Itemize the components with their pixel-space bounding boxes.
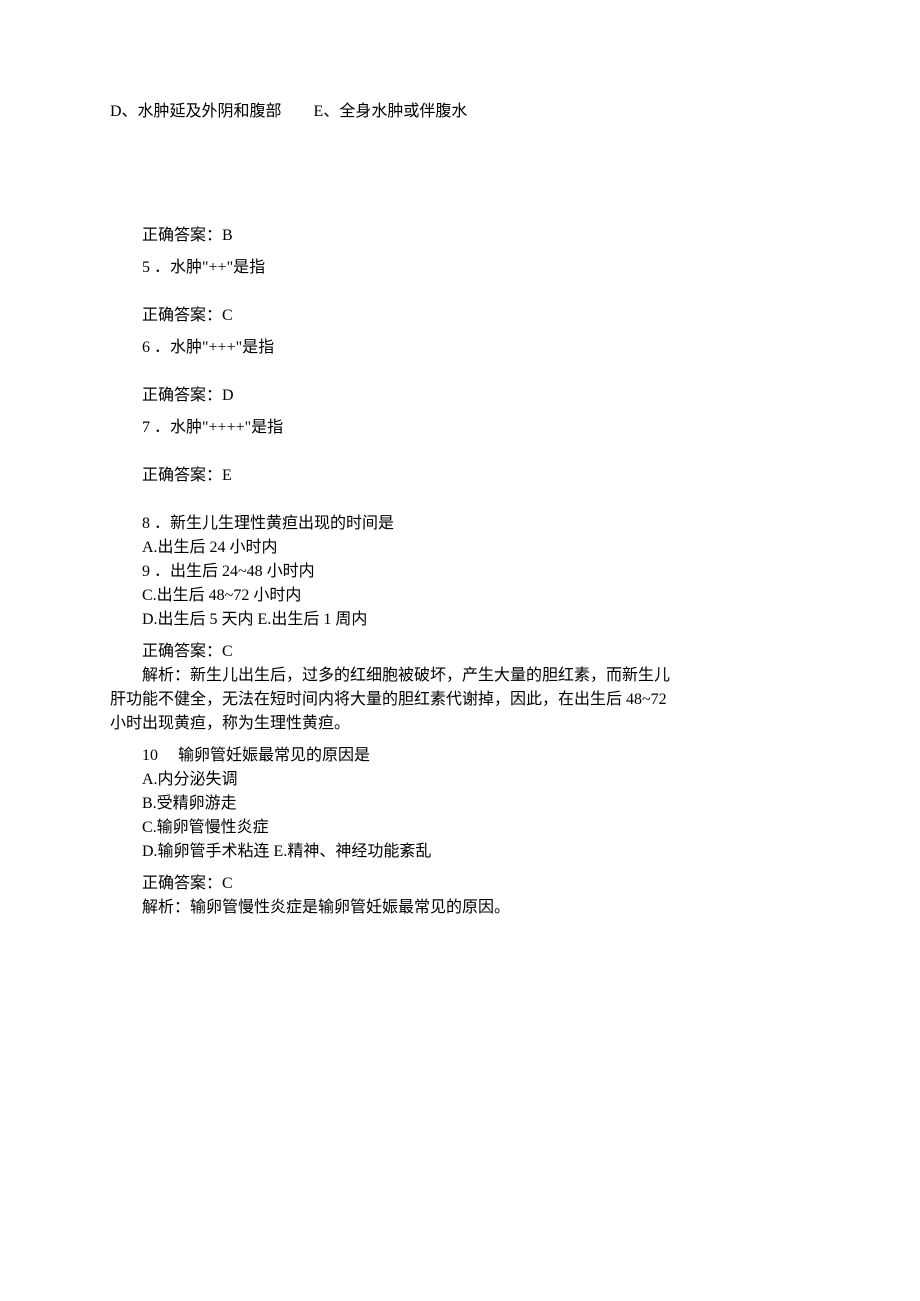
answer-q7: 正确答案：E [110,464,810,488]
spacer [110,360,810,384]
spacer [110,280,810,304]
spacer [110,124,810,224]
answer-q4: 正确答案：B [110,224,810,248]
option-line-de: D、水肿延及外阴和腹部 E、全身水肿或伴腹水 [110,100,810,124]
answer-q5: 正确答案：C [110,304,810,328]
spacer [110,736,810,744]
spacer [110,328,810,336]
spacer [110,864,810,872]
answer-q10: 正确答案：C [110,872,810,896]
question-10: 10 输卵管妊娠最常见的原因是 [110,744,810,768]
q8-explanation-1: 解析：新生儿出生后，过多的红细胞被破坏，产生大量的胆红素，而新生儿 [110,664,810,688]
q10-option-b: B.受精卵游走 [110,792,810,816]
q10-option-a: A.内分泌失调 [110,768,810,792]
spacer [110,632,810,640]
document-page: D、水肿延及外阴和腹部 E、全身水肿或伴腹水 正确答案：B 5 ．水肿"++"是… [0,0,920,1000]
q8-option-de: D.出生后 5 天内 E.出生后 1 周内 [110,608,810,632]
spacer [110,408,810,416]
spacer [110,248,810,256]
question-8: 8 ．新生儿生理性黄疸出现的时间是 [110,512,810,536]
question-6: 6 ．水肿"+++"是指 [110,336,810,360]
answer-q8: 正确答案：C [110,640,810,664]
q8-option-b: 9 ．出生后 24~48 小时内 [110,560,810,584]
question-5: 5 ．水肿"++"是指 [110,256,810,280]
spacer [110,488,810,512]
q8-explanation-2: 肝功能不健全，无法在短时间内将大量的胆红素代谢掉，因此，在出生后 48~72 [110,688,810,712]
question-7: 7 ．水肿"++++"是指 [110,416,810,440]
q10-option-c: C.输卵管慢性炎症 [110,816,810,840]
answer-q6: 正确答案：D [110,384,810,408]
q8-option-a: A.出生后 24 小时内 [110,536,810,560]
q8-option-c: C.出生后 48~72 小时内 [110,584,810,608]
q10-option-de: D.输卵管手术粘连 E.精神、神经功能紊乱 [110,840,810,864]
q8-explanation-3: 小时出现黄疸，称为生理性黄疸。 [110,712,810,736]
spacer [110,440,810,464]
q10-explanation: 解析：输卵管慢性炎症是输卵管妊娠最常见的原因。 [110,896,810,920]
